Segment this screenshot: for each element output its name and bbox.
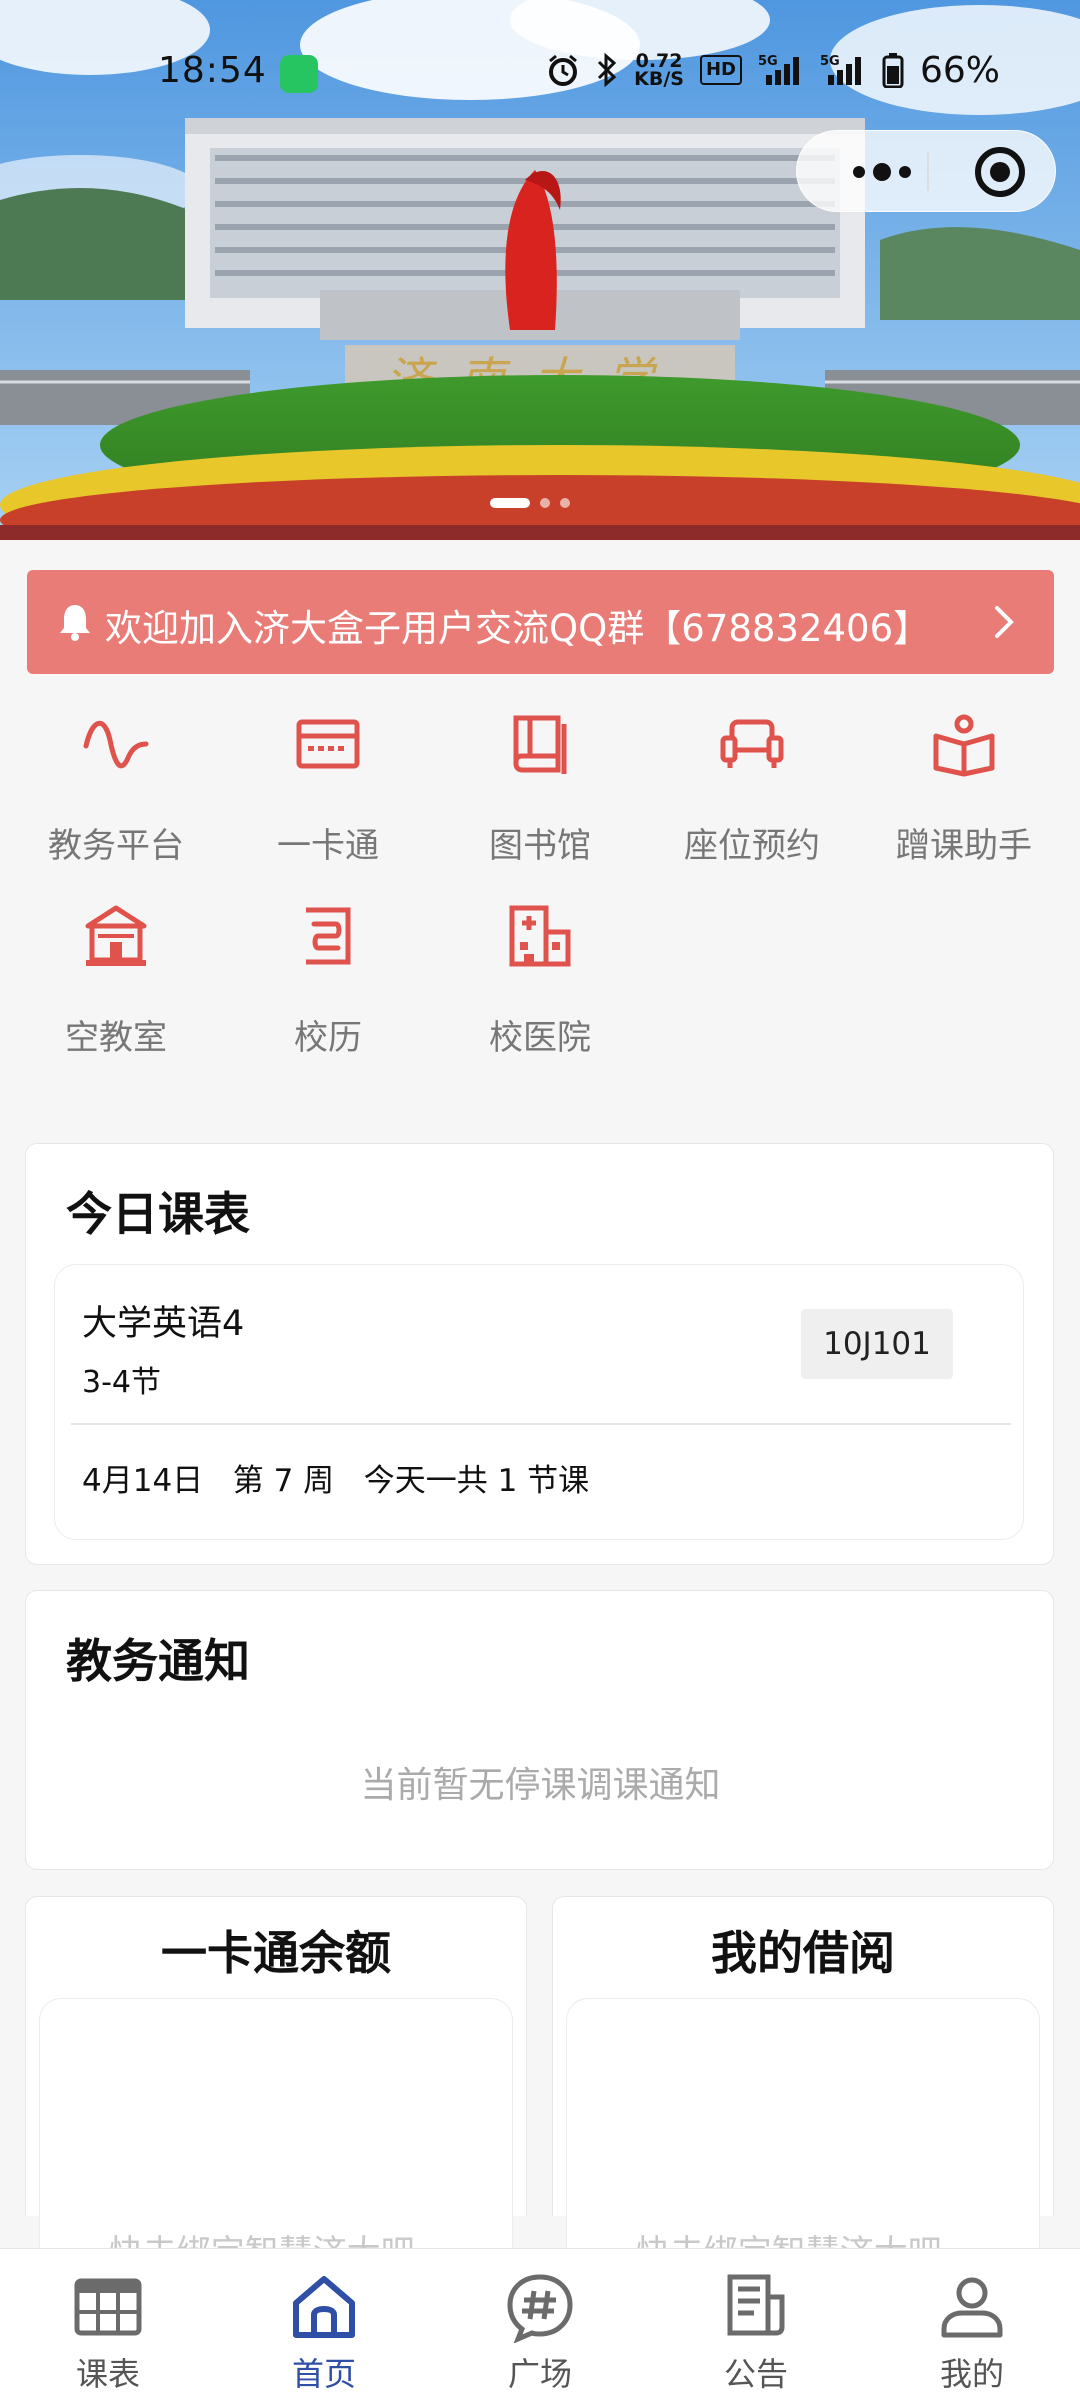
user-icon	[941, 2277, 1003, 2338]
status-bar: 18:54 0.72 KB/S HD 5G 5G 66%	[0, 0, 1080, 140]
tab-label: 首页	[291, 2355, 356, 2393]
tab-announcement[interactable]: 公告	[648, 2249, 864, 2400]
today-schedule-card: 今日课表 大学英语4 3-4节 10J101 4月14日 第 7 周 今天一共 …	[25, 1143, 1054, 1565]
course-divider	[71, 1423, 1011, 1425]
tab-label: 广场	[507, 2355, 572, 2393]
grid-label: 一卡通	[277, 826, 379, 866]
tab-label: 课表	[75, 2355, 140, 2393]
sim2-label: 5G	[820, 54, 840, 69]
grid-item-library[interactable]: 图书馆	[434, 700, 646, 870]
grid-item-campus-card[interactable]: 一卡通	[222, 700, 434, 870]
sofa-icon	[720, 719, 784, 768]
borrow-panel: 快去绑定智慧济大吧~	[566, 1998, 1040, 2273]
signal-5g-icon-2: 5G	[820, 54, 861, 85]
hd-badge: HD	[699, 55, 742, 85]
home-icon	[293, 2276, 355, 2338]
school-building-icon	[85, 905, 147, 966]
card-balance-title: 一卡通余额	[161, 1926, 391, 1980]
bottom-tab-bar: 课表 首页 广场 公告 我的	[0, 2248, 1080, 2400]
network-speed: 0.72 KB/S	[634, 52, 684, 90]
card-icon	[296, 719, 360, 769]
status-icons: 0.72 KB/S HD 5G 5G 66%	[546, 48, 1000, 92]
bluetooth-icon	[598, 53, 617, 87]
capsule-divider	[927, 153, 929, 191]
notification-app-icon	[280, 55, 318, 93]
classroom-badge: 10J101	[801, 1309, 953, 1379]
announcement-icon	[727, 2274, 785, 2336]
carousel-indicator	[490, 498, 570, 508]
hashtag-icon	[507, 2274, 573, 2343]
notices-title: 教务通知	[66, 1634, 250, 1688]
grid-label: 空教室	[65, 1018, 167, 1058]
academic-notices-card: 教务通知 当前暂无停课调课通知	[25, 1590, 1054, 1870]
course-name: 大学英语4	[82, 1304, 245, 1344]
card-balance-card[interactable]: 一卡通余额 快去绑定智慧济大吧~	[25, 1896, 527, 2273]
carousel-dot[interactable]	[560, 498, 570, 508]
tab-home[interactable]: 首页	[216, 2249, 432, 2400]
grid-label: 蹭课助手	[896, 826, 1032, 866]
wave-icon	[83, 720, 149, 769]
more-options-icon[interactable]	[837, 131, 927, 213]
chevron-right-icon	[995, 606, 1014, 638]
carousel-dot[interactable]	[540, 498, 550, 508]
course-item[interactable]: 大学英语4 3-4节 10J101 4月14日 第 7 周 今天一共 1 节课	[54, 1264, 1024, 1540]
borrow-title: 我的借阅	[711, 1926, 895, 1980]
notice-text: 欢迎加入济大盒子用户交流QQ群【678832406】	[105, 607, 931, 650]
grid-item-audit-helper[interactable]: 蹭课助手	[858, 700, 1070, 870]
hospital-icon	[509, 905, 571, 967]
tab-mine[interactable]: 我的	[864, 2249, 1080, 2400]
grid-item-seat-reservation[interactable]: 座位预约	[646, 700, 858, 870]
grid-label: 座位预约	[684, 826, 820, 866]
alarm-icon	[549, 54, 578, 86]
sim1-label: 5G	[758, 54, 778, 69]
signal-5g-icon-1: 5G	[758, 54, 799, 85]
table-icon	[74, 2278, 142, 2336]
card-balance-panel: 快去绑定智慧济大吧~	[39, 1998, 513, 2273]
tab-schedule[interactable]: 课表	[0, 2249, 216, 2400]
qq-group-notice[interactable]: 欢迎加入济大盒子用户交流QQ群【678832406】	[27, 570, 1054, 674]
net-speed-unit: KB/S	[634, 68, 684, 90]
schedule-summary: 4月14日 第 7 周 今天一共 1 节课	[82, 1463, 590, 1499]
tab-label: 我的	[939, 2355, 1004, 2393]
notices-empty-text: 当前暂无停课调课通知	[360, 1765, 721, 1806]
grid-item-school-calendar[interactable]: 校历	[222, 892, 434, 1062]
close-miniprogram-icon[interactable]	[955, 131, 1045, 213]
grid-label: 教务平台	[48, 826, 184, 866]
carousel-dot[interactable]	[490, 498, 530, 508]
course-section: 3-4节	[82, 1365, 161, 1400]
status-time: 18:54	[158, 50, 267, 91]
battery-percent: 66%	[919, 49, 1000, 91]
calendar-icon	[306, 907, 351, 965]
grid-label: 图书馆	[489, 826, 591, 866]
grid-label: 校历	[294, 1018, 362, 1058]
grid-item-empty-classroom[interactable]: 空教室	[10, 892, 222, 1062]
open-book-icon	[933, 714, 995, 777]
grid-item-academic-platform[interactable]: 教务平台	[10, 700, 222, 870]
app-root: 济南大学 18:54	[0, 0, 1080, 2400]
bell-icon	[60, 605, 90, 641]
battery-icon	[882, 53, 904, 88]
schedule-title: 今日课表	[66, 1187, 250, 1241]
miniprogram-capsule	[796, 130, 1056, 212]
tab-square[interactable]: 广场	[432, 2249, 648, 2400]
campus-banner[interactable]: 济南大学 18:54	[0, 0, 1080, 540]
grid-item-campus-hospital[interactable]: 校医院	[434, 892, 646, 1062]
my-borrow-card[interactable]: 我的借阅 快去绑定智慧济大吧~	[552, 1896, 1054, 2273]
tab-label: 公告	[723, 2355, 788, 2393]
book-icon	[513, 715, 567, 774]
grid-label: 校医院	[489, 1018, 591, 1058]
